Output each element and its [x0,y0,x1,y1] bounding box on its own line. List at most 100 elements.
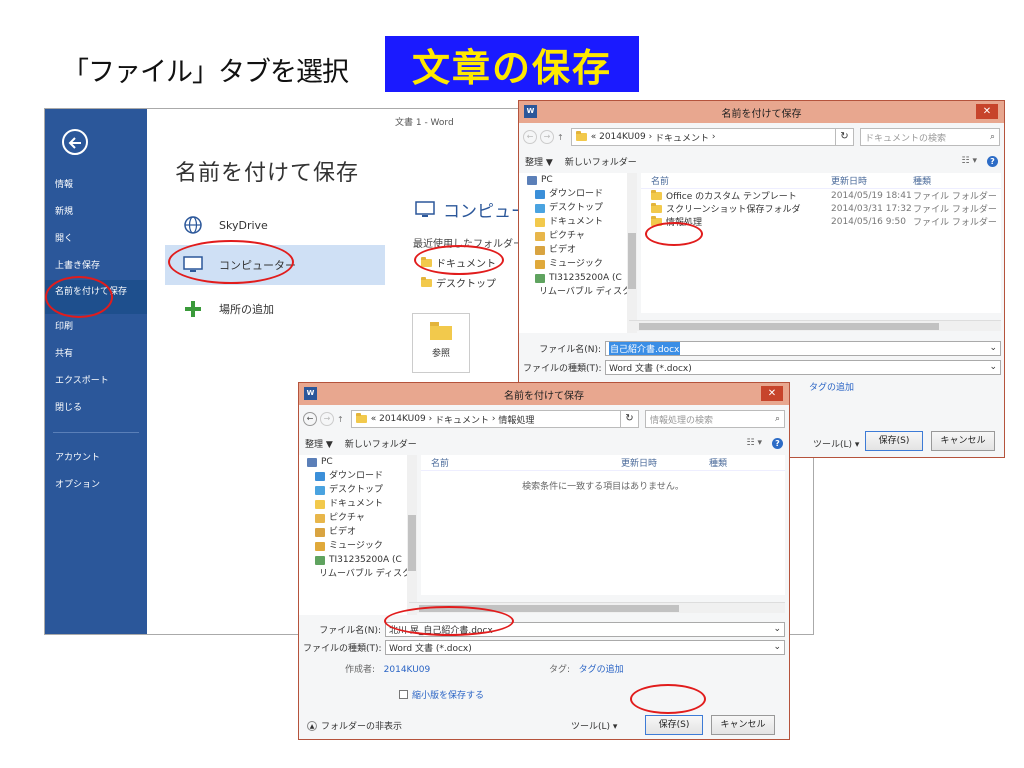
column-name[interactable]: 名前 [641,174,831,187]
breadcrumb-documents[interactable]: ドキュメント [435,413,489,426]
tree-item-documents[interactable]: ドキュメント [519,215,628,229]
help-icon[interactable]: ? [987,155,998,167]
tree-scrollbar[interactable] [407,455,417,615]
breadcrumb-overflow[interactable]: « [591,132,597,142]
browse-button[interactable]: 参照 [412,313,470,373]
scrollbar-thumb[interactable] [628,233,636,289]
tree-item-downloads[interactable]: ダウンロード [519,187,628,201]
tree-item-downloads[interactable]: ダウンロード [299,469,408,483]
menu-item-options[interactable]: オプション [45,472,147,499]
tag-link[interactable]: タグの追加 [809,383,854,393]
breadcrumb-overflow[interactable]: « [371,414,377,424]
menu-item-open[interactable]: 開く [45,226,147,253]
menu-item-account[interactable]: アカウント [45,445,147,472]
scrollbar-thumb[interactable] [419,605,679,612]
menu-item-info[interactable]: 情報 [45,172,147,199]
help-icon[interactable]: ? [772,437,783,449]
menu-item-save[interactable]: 上書き保存 [45,253,147,280]
recent-folder-documents[interactable]: ドキュメント [421,255,496,270]
address-bar[interactable]: « 2014KU09 › ドキュメント › [570,128,836,146]
cancel-button[interactable]: キャンセル [711,715,775,735]
close-icon[interactable]: ✕ [976,104,998,119]
file-row[interactable]: Office のカスタム テンプレート 2014/05/19 18:41 ファイ… [641,189,1001,202]
place-add[interactable]: 場所の追加 [165,291,385,327]
thumbnail-checkbox[interactable] [399,690,408,699]
menu-item-export[interactable]: エクスポート [45,368,147,395]
save-button[interactable]: 保存(S) [645,715,703,735]
organize-button[interactable]: 整理 ▼ [525,155,553,168]
refresh-icon[interactable]: ↻ [836,128,854,146]
scrollbar-thumb[interactable] [408,515,416,571]
filename-field[interactable]: 北川 晃_自己紹介書.docx ⌄ [385,621,785,637]
new-folder-button[interactable]: 新しいフォルダー [565,155,637,168]
organize-button[interactable]: 整理 ▼ [305,437,333,450]
place-skydrive[interactable]: SkyDrive [165,207,385,243]
save-button[interactable]: 保存(S) [865,431,923,451]
close-icon[interactable]: ✕ [761,386,783,401]
menu-item-share[interactable]: 共有 [45,341,147,368]
chevron-down-icon[interactable]: ⌄ [773,642,781,652]
column-date[interactable]: 更新日時 [621,456,709,469]
tree-item-music[interactable]: ミュージック [519,257,628,271]
search-input[interactable]: ドキュメントの検索 ⌕ [860,128,1000,146]
address-bar[interactable]: « 2014KU09 › ドキュメント › 情報処理 [350,410,621,428]
tree-item-pc[interactable]: PC [519,173,628,187]
column-type[interactable]: 種類 [709,456,727,469]
forward-icon[interactable]: → [320,412,334,426]
tree-item-desktop[interactable]: デスクトップ [299,483,408,497]
up-arrow-icon[interactable]: ↑ [557,133,564,142]
refresh-icon[interactable]: ↻ [621,410,639,428]
up-arrow-icon[interactable]: ↑ [337,415,344,424]
scrollbar-thumb[interactable] [639,323,939,330]
tag-link[interactable]: タグの追加 [579,665,624,675]
file-row[interactable]: スクリーンショット保存フォルダ 2014/03/31 17:32 ファイル フォ… [641,202,1001,215]
new-folder-button[interactable]: 新しいフォルダー [345,437,417,450]
search-input[interactable]: 情報処理の検索 ⌕ [645,410,785,428]
tools-button[interactable]: ツール(L) ▾ [813,437,859,450]
tree-scrollbar[interactable] [627,173,637,333]
tree-item-pc[interactable]: PC [299,455,408,469]
view-options-icon[interactable]: ☷ ▾ [962,156,977,166]
tools-button[interactable]: ツール(L) ▾ [571,719,617,732]
breadcrumb-info-processing[interactable]: 情報処理 [498,413,534,426]
tree-item-desktop[interactable]: デスクトップ [519,201,628,215]
back-icon[interactable]: ← [303,412,317,426]
place-computer[interactable]: コンピューター [165,245,385,285]
column-date[interactable]: 更新日時 [831,174,913,187]
cancel-button[interactable]: キャンセル [931,431,995,451]
hide-folders-button[interactable]: ▲ フォルダーの非表示 [307,719,402,732]
forward-icon[interactable]: → [540,130,554,144]
tree-item-documents[interactable]: ドキュメント [299,497,408,511]
recent-folder-desktop[interactable]: デスクトップ [421,275,496,290]
menu-item-print[interactable]: 印刷 [45,314,147,341]
tree-item-music[interactable]: ミュージック [299,539,408,553]
filetype-select[interactable]: Word 文書 (*.docx) ⌄ [605,359,1001,375]
chevron-down-icon[interactable]: ⌄ [989,343,997,353]
breadcrumb-documents[interactable]: ドキュメント [655,131,709,144]
author-value[interactable]: 2014KU09 [384,665,431,675]
tree-item-pictures[interactable]: ピクチャ [299,511,408,525]
tree-item-removable-disk[interactable]: リムーバブル ディスク [299,567,408,581]
column-type[interactable]: 種類 [913,174,931,187]
horizontal-scrollbar[interactable] [629,320,1001,331]
chevron-down-icon[interactable]: ⌄ [773,624,781,634]
back-icon[interactable]: ← [523,130,537,144]
tree-item-videos[interactable]: ビデオ [519,243,628,257]
view-options-icon[interactable]: ☷ ▾ [747,438,762,448]
filename-field[interactable]: 自己紹介書.docx ⌄ [605,340,1001,356]
breadcrumb-user[interactable]: 2014KU09 [379,414,426,424]
tree-item-local-disk[interactable]: TI31235200A (C [299,553,408,567]
menu-item-close[interactable]: 閉じる [45,395,147,422]
tree-item-videos[interactable]: ビデオ [299,525,408,539]
file-row[interactable]: 情報処理 2014/05/16 9:50 ファイル フォルダー [641,215,1001,228]
filetype-select[interactable]: Word 文書 (*.docx) ⌄ [385,639,785,655]
menu-item-save-as[interactable]: 名前を付けて保存 [45,280,147,314]
tree-item-pictures[interactable]: ピクチャ [519,229,628,243]
breadcrumb-user[interactable]: 2014KU09 [599,132,646,142]
chevron-down-icon[interactable]: ⌄ [989,362,997,372]
horizontal-scrollbar[interactable] [409,602,785,613]
tree-item-local-disk[interactable]: TI31235200A (C [519,271,628,285]
back-arrow-icon[interactable] [62,129,88,155]
menu-item-new[interactable]: 新規 [45,199,147,226]
column-name[interactable]: 名前 [421,456,621,469]
